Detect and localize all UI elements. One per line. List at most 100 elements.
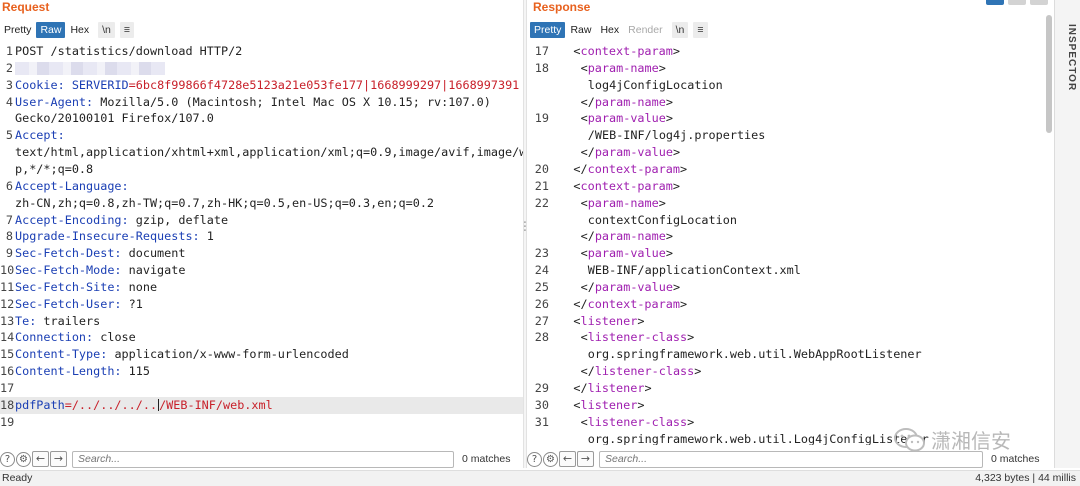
tab-raw[interactable]: Raw xyxy=(566,22,595,38)
code-token: Accept-Language: xyxy=(15,178,129,193)
tab-raw[interactable]: Raw xyxy=(36,21,66,38)
code-token: Sec-Fetch-Dest: xyxy=(15,246,129,261)
request-code: Te: trailers xyxy=(15,313,523,330)
settings-gear-icon[interactable]: ⚙ xyxy=(543,451,558,467)
code-token: listener-class xyxy=(587,414,688,429)
code-token: > xyxy=(665,229,673,244)
code-token: ?1 xyxy=(128,296,143,311)
menu-icon[interactable]: ≡ xyxy=(119,21,135,38)
code-token: listener xyxy=(580,397,638,412)
code-token: POST /statistics/download HTTP/2 xyxy=(15,44,243,58)
code-token: </ xyxy=(580,364,595,379)
request-code: p,*/*;q=0.8 xyxy=(15,161,523,178)
line-number: 13 xyxy=(0,313,15,328)
code-token: > xyxy=(658,60,666,75)
help-icon[interactable]: ? xyxy=(527,451,542,467)
code-token: > xyxy=(679,296,688,311)
response-line: 25 </param-value> xyxy=(527,279,1050,296)
tab-hex[interactable]: Hex xyxy=(596,22,623,38)
request-line: 18 pdfPath=/../../../../WEB-INF/web.xml xyxy=(0,396,523,414)
response-editor[interactable]: 17 <context-param> 18 <param-name> log4jConf… xyxy=(527,43,1050,445)
response-title: Response xyxy=(533,0,591,14)
wechat-logo-icon xyxy=(894,427,925,451)
code-token: param-name xyxy=(587,60,659,75)
code-token: < xyxy=(573,397,581,412)
tab-pretty[interactable]: Pretty xyxy=(530,21,566,38)
code-token: > xyxy=(658,195,666,210)
request-line: 7 Accept-Encoding: gzip, deflate xyxy=(0,212,523,229)
line-number: 1 xyxy=(5,44,13,58)
code-token: text/html,application/xhtml+xml,applicat… xyxy=(15,145,523,160)
code-token: </ xyxy=(580,229,595,244)
response-line: 28 <listener-class> xyxy=(527,329,1050,346)
request-search-input[interactable] xyxy=(72,450,454,468)
search-next-button[interactable]: → xyxy=(577,451,594,467)
settings-gear-icon[interactable]: ⚙ xyxy=(16,451,31,467)
response-scrollbar[interactable] xyxy=(1046,15,1052,133)
search-prev-button[interactable]: ← xyxy=(32,451,49,467)
code-token: </ xyxy=(573,296,588,311)
help-icon[interactable]: ? xyxy=(0,451,15,467)
code-token: /WEB-INF/log4j.properties xyxy=(587,128,766,143)
code-token: > xyxy=(672,145,681,160)
code-token: > xyxy=(687,330,695,345)
response-line: </param-name> xyxy=(527,94,1050,111)
line-number: 17 xyxy=(534,44,549,58)
layout-tabs-button[interactable] xyxy=(1030,0,1048,5)
code-token: param-value xyxy=(587,111,666,126)
request-editor[interactable]: 1 POST /statistics/download HTTP/2 2 3 Cooki… xyxy=(0,43,523,445)
request-code: Accept-Language: xyxy=(15,178,523,195)
response-line: 17 <context-param> xyxy=(527,43,1050,60)
request-code: Sec-Fetch-User: ?1 xyxy=(15,296,523,313)
layout-split-vertical-button[interactable] xyxy=(1008,0,1026,5)
code-token: trailers xyxy=(43,313,101,328)
code-token: Cookie: xyxy=(15,77,72,92)
line-number: 20 xyxy=(534,161,549,176)
response-code: </listener-class> xyxy=(559,363,1050,380)
code-token: listener xyxy=(587,381,645,395)
request-title: Request xyxy=(2,0,50,14)
code-token: /WEB-INF/web.xml xyxy=(159,397,273,412)
tab-pretty[interactable]: Pretty xyxy=(0,22,35,38)
inspector-panel[interactable]: INSPECTOR xyxy=(1054,0,1080,468)
response-line: 22 <param-name> xyxy=(527,195,1050,212)
response-code: <context-param> xyxy=(559,178,1050,195)
line-number: 11 xyxy=(0,279,15,294)
code-token: > xyxy=(665,246,673,261)
newline-toggle-button[interactable]: \n xyxy=(98,21,115,38)
code-token: < xyxy=(580,111,588,126)
line-number: 16 xyxy=(0,364,15,379)
response-code: <param-name> xyxy=(559,60,1050,77)
line-number: 7 xyxy=(5,212,13,227)
status-text: Ready xyxy=(2,472,33,484)
response-code: </context-param> xyxy=(559,296,1050,313)
response-line: 29 </listener> xyxy=(527,380,1050,397)
layout-split-horizontal-button[interactable] xyxy=(986,0,1004,5)
code-token: Accept: xyxy=(15,128,65,143)
request-line: 12 Sec-Fetch-User: ?1 xyxy=(0,296,523,313)
code-token: param-name xyxy=(594,94,666,109)
menu-icon[interactable]: ≡ xyxy=(693,21,708,38)
response-code: <param-value> xyxy=(559,245,1050,262)
search-next-button[interactable]: → xyxy=(50,451,67,467)
line-number: 24 xyxy=(534,263,549,278)
request-search-bar: ? ⚙ ← → 0 matches xyxy=(0,450,523,468)
code-token: 115 xyxy=(128,364,150,379)
code-token: > xyxy=(637,397,645,412)
line-number: 5 xyxy=(5,128,13,143)
search-prev-button[interactable]: ← xyxy=(559,451,576,467)
tab-hex[interactable]: Hex xyxy=(66,22,93,38)
code-token: > xyxy=(637,313,645,328)
newline-toggle-button[interactable]: \n xyxy=(671,21,689,38)
response-line: 20 </context-param> xyxy=(527,161,1050,178)
line-number: 12 xyxy=(0,296,15,311)
layout-toggle-group xyxy=(986,0,1048,5)
line-number: 25 xyxy=(534,279,549,294)
code-token: param-value xyxy=(594,279,673,294)
tab-render[interactable]: Render xyxy=(624,22,666,38)
code-token: < xyxy=(573,44,581,58)
request-line: 19 xyxy=(0,414,523,431)
redacted-host xyxy=(15,61,165,75)
response-code: /WEB-INF/log4j.properties xyxy=(559,127,1050,144)
response-code: contextConfigLocation xyxy=(559,212,1050,229)
